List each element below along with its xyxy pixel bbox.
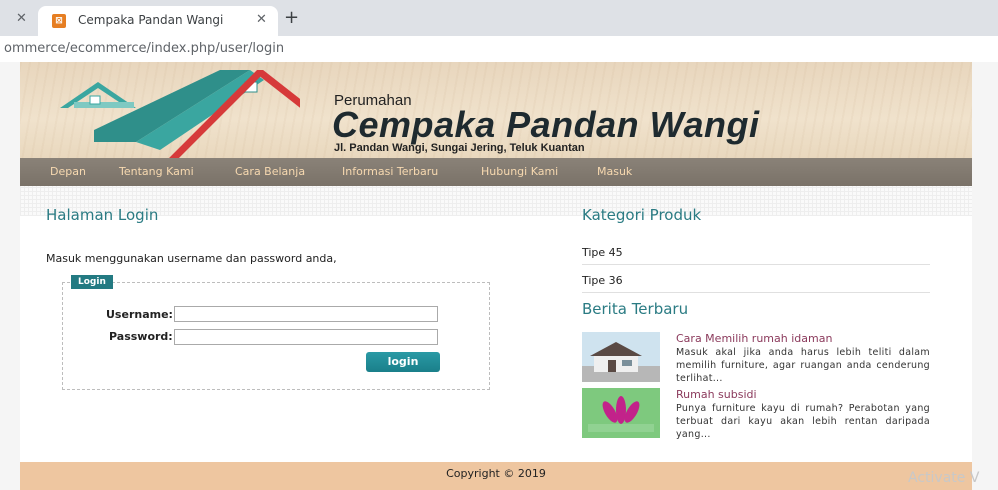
address-bar[interactable]: ommerce/ecommerce/index.php/user/login (0, 36, 998, 63)
copyright-text: Copyright © 2019 (446, 467, 546, 480)
login-legend: Login (71, 275, 113, 289)
news-thumbnail-logo[interactable] (582, 388, 660, 438)
nav-item-masuk[interactable]: Masuk (597, 165, 632, 178)
close-icon[interactable]: ✕ (16, 11, 27, 26)
nav-item-hubungi-kami[interactable]: Hubungi Kami (481, 165, 558, 178)
nav-item-cara-belanja[interactable]: Cara Belanja (235, 165, 305, 178)
site-header: Perumahan Cempaka Pandan Wangi Jl. Panda… (20, 62, 972, 158)
category-heading: Kategori Produk (582, 206, 702, 224)
new-tab-icon[interactable]: + (284, 7, 299, 28)
brand-title: Cempaka Pandan Wangi (332, 104, 760, 145)
nav-item-depan[interactable]: Depan (50, 165, 86, 178)
news-title[interactable]: Cara Memilih rumah idaman (676, 332, 832, 345)
site-footer: Copyright © 2019 (20, 462, 972, 490)
news-desc: Punya furniture kayu di rumah? Perabotan… (676, 403, 930, 440)
house-logo-icon (60, 70, 300, 158)
login-button[interactable]: login (366, 352, 440, 372)
divider (582, 264, 930, 265)
page-background: Perumahan Cempaka Pandan Wangi Jl. Panda… (0, 62, 998, 490)
page-title: Halaman Login (46, 206, 159, 224)
news-thumbnail-house[interactable] (582, 332, 660, 382)
tab-title: Cempaka Pandan Wangi (78, 13, 224, 27)
brand-address: Jl. Pandan Wangi, Sungai Jering, Teluk K… (334, 142, 585, 154)
url-text[interactable]: ommerce/ecommerce/index.php/user/login (4, 41, 284, 56)
nav-item-informasi-terbaru[interactable]: Informasi Terbaru (342, 165, 438, 178)
username-label: Username: (106, 308, 173, 321)
login-intro: Masuk menggunakan username dan password … (46, 252, 337, 265)
divider (582, 292, 930, 293)
activate-watermark: Activate V (908, 470, 980, 486)
favicon-icon: ⊠ (52, 14, 66, 28)
category-item[interactable]: Tipe 36 (582, 274, 623, 287)
browser-tab[interactable]: ⊠ Cempaka Pandan Wangi ✕ (38, 6, 278, 36)
password-input[interactable] (174, 329, 438, 345)
site-container: Perumahan Cempaka Pandan Wangi Jl. Panda… (20, 62, 972, 490)
news-heading: Berita Terbaru (582, 300, 689, 318)
news-title[interactable]: Rumah subsidi (676, 388, 757, 401)
news-desc: Masuk akal jika anda harus lebih teliti … (676, 347, 930, 384)
browser-tab-bar: ✕ ⊠ Cempaka Pandan Wangi ✕ + (0, 0, 998, 36)
main-nav: Depan Tentang Kami Cara Belanja Informas… (20, 158, 972, 186)
nav-item-tentang-kami[interactable]: Tentang Kami (119, 165, 194, 178)
close-icon[interactable]: ✕ (256, 12, 267, 27)
password-label: Password: (109, 330, 173, 343)
nav-pattern (20, 186, 972, 216)
username-input[interactable] (174, 306, 438, 322)
category-item[interactable]: Tipe 45 (582, 246, 623, 259)
